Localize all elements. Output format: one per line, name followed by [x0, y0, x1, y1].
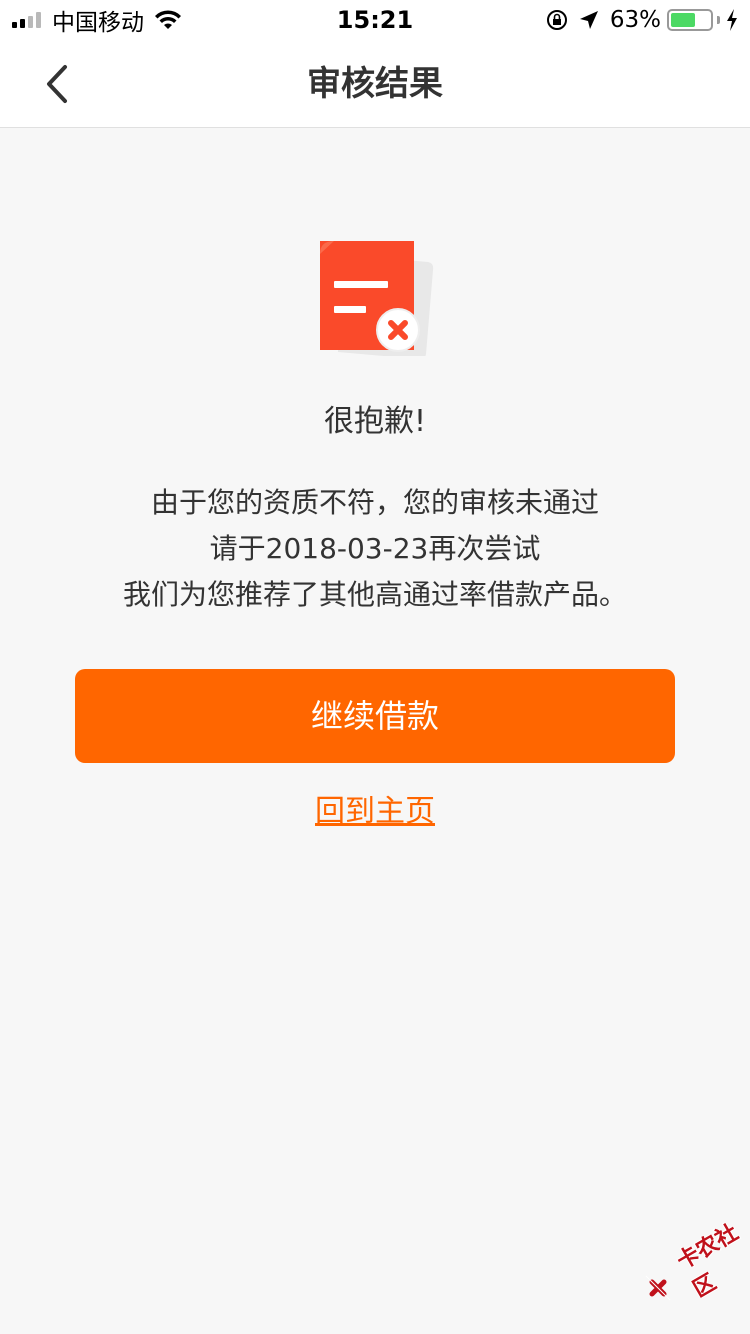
- status-right: 63%: [546, 6, 738, 34]
- result-message: 由于您的资质不符，您的审核未通过 请于2018-03-23再次尝试 我们为您推荐…: [0, 480, 750, 618]
- home-link-row: 回到主页: [0, 786, 750, 830]
- battery-cap: [717, 16, 720, 24]
- battery-icon: [667, 9, 713, 31]
- result-headline: 很抱歉!: [323, 404, 427, 439]
- page-title: 审核结果: [307, 64, 443, 104]
- orientation-lock-icon: [546, 10, 567, 30]
- document-rejected-icon: [320, 241, 434, 356]
- status-bar: 中国移动 15:21 63%: [0, 0, 750, 40]
- message-line: 由于您的资质不符，您的审核未通过: [150, 486, 599, 519]
- continue-loan-button[interactable]: 继续借款: [75, 669, 675, 763]
- back-button[interactable]: [26, 54, 86, 114]
- charging-bolt-icon: [727, 9, 737, 31]
- message-line: 我们为您推荐了其他高通过率借款产品。: [122, 578, 627, 611]
- nav-bar: 审核结果: [0, 40, 750, 128]
- battery-percent: 63%: [609, 7, 661, 33]
- location-arrow-icon: [579, 11, 598, 29]
- back-to-home-link[interactable]: 回到主页: [315, 794, 435, 829]
- battery-level-fill: [671, 13, 695, 27]
- chevron-left-icon: [47, 65, 67, 103]
- message-line: 请于2018-03-23再次尝试: [209, 532, 541, 565]
